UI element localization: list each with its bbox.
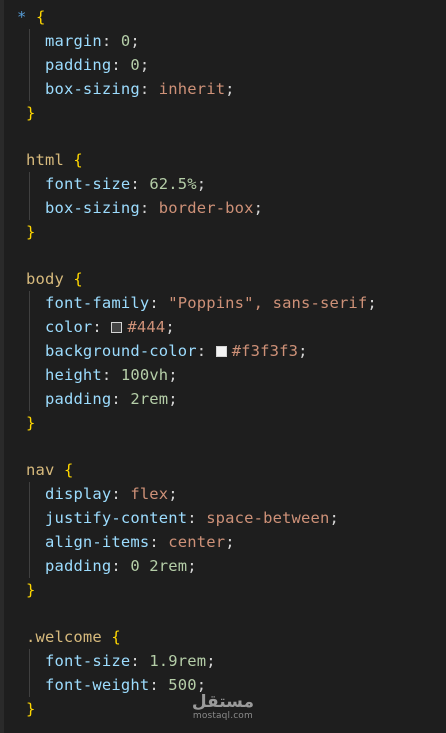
open-brace: { [73,270,83,288]
close-brace: } [26,700,36,718]
css-selector: nav [26,461,55,479]
css-property: display [45,485,112,503]
code-line: } [26,697,35,721]
css-property: align-items [45,533,150,551]
code-line: nav { [26,458,73,482]
css-value: inherit [158,80,226,98]
code-line: } [26,411,35,435]
css-property: box-sizing [45,80,140,98]
code-line: } [26,578,35,602]
code-line: height: 100vh; [45,366,178,384]
css-property: margin [45,32,102,50]
close-brace: } [26,223,36,241]
css-property: background-color [45,342,197,360]
open-brace: { [73,151,83,169]
code-line: padding: 0 2rem; [45,557,197,575]
code-line: align-items: center; [45,533,235,551]
css-value: 100vh [120,366,169,384]
css-property: height [45,366,102,384]
open-brace: { [63,461,74,479]
code-line: font-size: 1.9rem; [45,652,216,670]
color-swatch-icon[interactable] [111,322,123,333]
editor-gutter [0,0,4,733]
css-value: 62.5% [149,175,197,193]
css-value: #f3f3f3 [231,342,299,360]
css-value: 2rem [130,390,169,408]
code-line: padding: 0; [45,56,150,74]
css-property: font-weight [45,676,150,694]
css-property: justify-content [45,509,188,527]
indent-guide [29,29,30,101]
open-brace: { [35,8,46,26]
code-line: font-size: 62.5%; [45,175,207,193]
indent-guide [29,482,30,578]
code-line: } [26,220,35,244]
code-line: color: #444; [45,318,175,336]
color-swatch-icon[interactable] [215,346,227,357]
code-line: display: flex; [45,485,178,503]
code-line: padding: 2rem; [45,390,178,408]
css-value: border-box [158,199,254,217]
css-value: space-between [206,509,330,527]
indent-guide [29,291,30,411]
code-line: box-sizing: border-box; [45,199,264,217]
css-value: #444 [127,318,166,336]
css-property: color [45,318,93,336]
css-value: center [168,533,226,551]
css-property: padding [45,390,112,408]
css-selector: html [26,151,64,169]
indent-guide [29,649,30,697]
code-line: background-color: #f3f3f3; [45,342,308,360]
css-property: font-family [45,294,150,312]
css-value: "Poppins", sans-serif [168,294,368,312]
watermark-logo: مستقل mostaql.com [192,694,254,721]
close-brace: } [26,104,36,122]
css-selector: .welcome [26,628,102,646]
code-line: font-weight: 500; [45,676,207,694]
code-line: html { [26,148,83,172]
css-value: 1.9rem [149,652,207,670]
watermark-url: mostaql.com [192,711,253,721]
code-line: box-sizing: inherit; [45,80,235,98]
code-line: body { [26,267,83,291]
code-editor[interactable]: * { margin: 0; padding: 0; box-sizing: i… [0,0,446,733]
close-brace: } [26,581,36,599]
watermark-text: مستقل [191,692,254,712]
code-line: font-family: "Poppins", sans-serif; [45,294,377,312]
code-line: justify-content: space-between; [45,509,339,527]
css-property: padding [45,56,112,74]
indent-guide [29,172,30,220]
css-property: font-size [45,175,131,193]
css-value: flex [130,485,169,503]
code-line: } [26,101,35,125]
css-property: padding [45,557,112,575]
open-brace: { [111,628,121,646]
css-value: 0 [120,32,131,50]
css-selector: body [26,270,64,288]
css-value: 0 2rem [130,557,188,575]
css-selector: * [17,8,27,26]
close-brace: } [26,414,36,432]
css-property: font-size [45,652,131,670]
css-property: box-sizing [45,199,140,217]
code-line: .welcome { [26,625,121,649]
code-line: margin: 0; [45,32,140,50]
css-value: 0 [130,56,140,74]
code-line: * { [17,5,45,29]
